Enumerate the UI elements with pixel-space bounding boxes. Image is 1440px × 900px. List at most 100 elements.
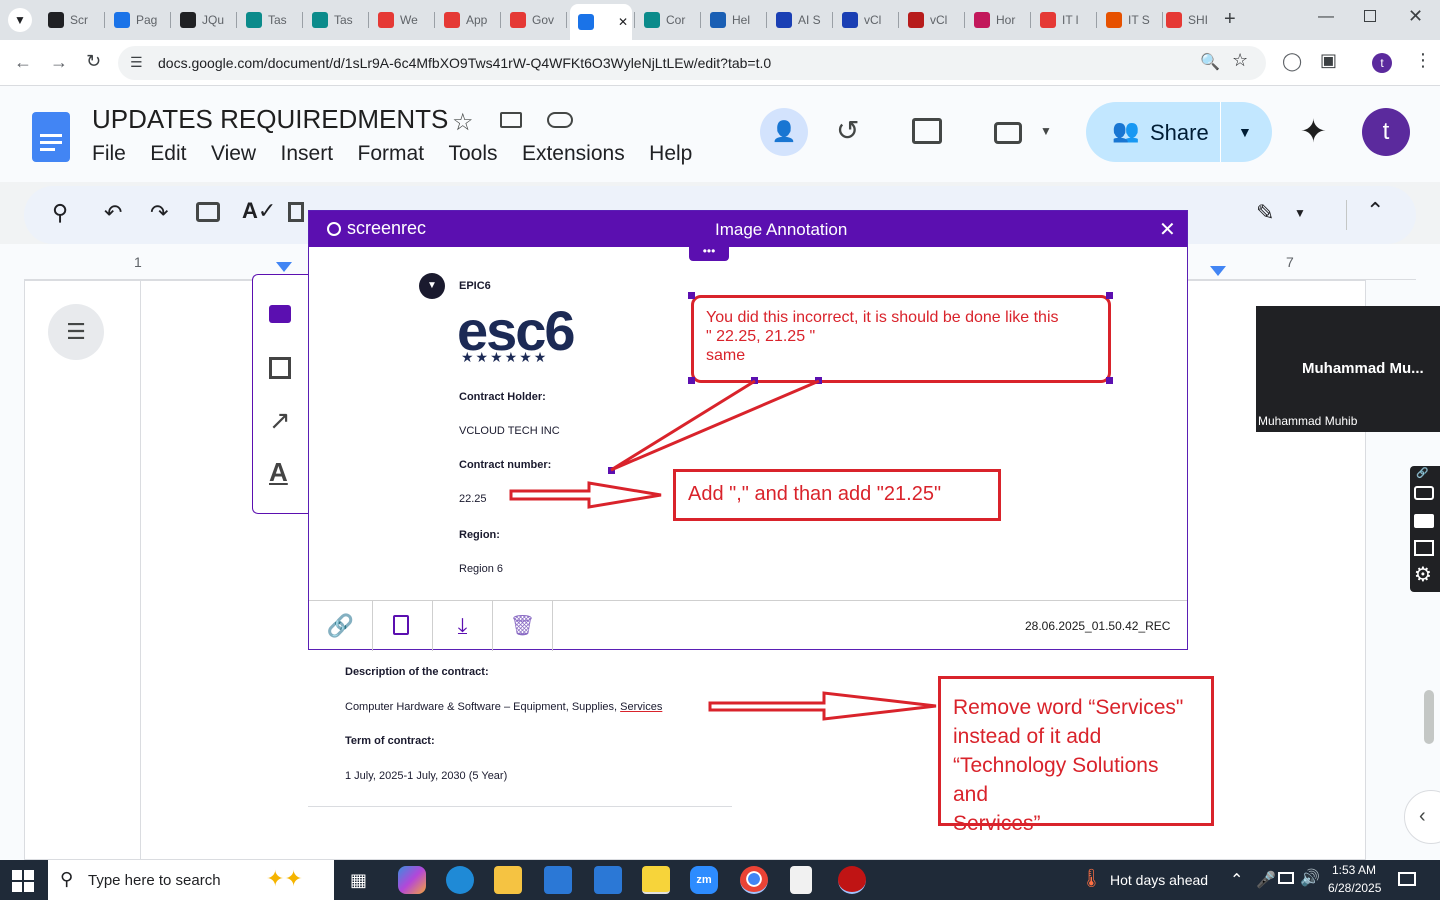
browser-tab[interactable]: JQu <box>172 6 236 34</box>
remove-note-box[interactable]: Remove word “Services" instead of it add… <box>938 676 1214 835</box>
tray-chevron-icon[interactable]: ⌃ <box>1230 870 1243 890</box>
chrome-app-icon[interactable] <box>740 866 768 894</box>
maximize-button[interactable] <box>1364 10 1376 22</box>
file-explorer-app-icon[interactable] <box>494 866 522 894</box>
edit-mode-icon[interactable]: ✎ <box>1256 200 1274 226</box>
weather-icon[interactable]: 🌡 <box>1080 868 1103 889</box>
docs-logo-icon[interactable] <box>32 112 70 162</box>
spellcheck-icon[interactable]: A✓ <box>242 198 276 224</box>
browser-tab[interactable]: Scr <box>40 6 104 34</box>
browser-tab[interactable]: Hel <box>702 6 766 34</box>
text-tool-icon[interactable]: A <box>269 457 288 488</box>
mail-app-icon[interactable] <box>594 866 622 894</box>
redo-icon[interactable]: ↷ <box>150 200 168 226</box>
browser-tab[interactable]: Gov <box>502 6 566 34</box>
edit-mode-dropdown-icon[interactable]: ▼ <box>1294 206 1306 220</box>
weather-text[interactable]: Hot days ahead <box>1110 872 1208 888</box>
comments-icon[interactable] <box>912 118 942 144</box>
profile-avatar[interactable]: t <box>1372 53 1392 73</box>
chrome-menu-icon[interactable]: ⋮ <box>1414 50 1432 71</box>
account-avatar[interactable]: t <box>1362 108 1410 156</box>
site-info-icon[interactable]: ☰ <box>130 54 143 71</box>
clock-date[interactable]: 6/28/2025 <box>1328 881 1381 895</box>
video-record-icon[interactable] <box>1414 514 1434 528</box>
menu-help[interactable]: Help <box>649 142 692 165</box>
undo-icon[interactable]: ↶ <box>104 200 122 226</box>
screenshot-icon[interactable] <box>1414 486 1434 500</box>
browser-tab[interactable]: IT S <box>1098 6 1162 34</box>
start-button[interactable] <box>12 870 34 892</box>
browser-tab[interactable]: App <box>436 6 500 34</box>
tab-close-icon[interactable]: ✕ <box>618 15 628 29</box>
search-menus-icon[interactable]: ⚲ <box>52 200 68 226</box>
back-icon[interactable]: ← <box>14 52 32 73</box>
browser-tab[interactable]: We <box>370 6 434 34</box>
menu-tools[interactable]: Tools <box>448 142 497 165</box>
star-icon[interactable]: ☆ <box>452 108 474 137</box>
version-history-icon[interactable]: ↺ <box>836 114 859 147</box>
browser-tab[interactable]: vCl <box>900 6 964 34</box>
menu-view[interactable]: View <box>211 142 256 165</box>
left-indent-marker[interactable] <box>276 262 292 272</box>
store-app-icon[interactable] <box>544 866 572 894</box>
copy-link-button[interactable]: 🔗 <box>309 601 373 651</box>
outline-button[interactable]: ☰ <box>48 304 104 360</box>
browser-tab[interactable]: Pag <box>106 6 170 34</box>
menu-insert[interactable]: Insert <box>281 142 334 165</box>
copilot-app-icon[interactable] <box>398 866 426 894</box>
browser-tab[interactable]: IT l <box>1032 6 1096 34</box>
delete-button[interactable]: 🗑 <box>493 601 553 651</box>
volume-icon[interactable]: 🔊 <box>1300 868 1320 888</box>
browser-tab[interactable]: Cor <box>636 6 700 34</box>
tab-search-button[interactable]: ▼ <box>8 8 32 32</box>
menu-edit[interactable]: Edit <box>150 142 186 165</box>
share-button[interactable]: 👥 Share ▼ <box>1086 102 1272 162</box>
menu-file[interactable]: File <box>92 142 126 165</box>
zoom-app-icon[interactable]: zm <box>690 866 718 894</box>
menu-extensions[interactable]: Extensions <box>522 142 625 165</box>
presenter-button[interactable]: 👤 <box>760 108 808 156</box>
browser-tab[interactable]: AI S <box>768 6 832 34</box>
browser-tab[interactable]: Hor <box>966 6 1030 34</box>
new-tab-button[interactable]: + <box>1224 8 1236 31</box>
microphone-icon[interactable]: 🎤 <box>1256 870 1276 890</box>
print-icon[interactable] <box>196 202 220 222</box>
notifications-icon[interactable] <box>1398 872 1416 886</box>
add-note-box[interactable]: Add "," and than add "21.25" <box>673 469 1001 521</box>
edge-app-icon[interactable] <box>446 866 474 894</box>
minimize-button[interactable]: — <box>1318 8 1334 26</box>
download-button[interactable]: ⤓ <box>433 601 493 651</box>
settings-gear-icon[interactable]: ⚙ <box>1414 562 1432 587</box>
menu-format[interactable]: Format <box>358 142 425 165</box>
zoom-icon[interactable]: 🔍 <box>1200 52 1220 72</box>
share-dropdown-icon[interactable]: ▼ <box>1238 124 1252 140</box>
task-view-icon[interactable]: ▦ <box>350 870 367 891</box>
sticky-notes-app-icon[interactable] <box>642 866 670 894</box>
forward-icon[interactable]: → <box>50 52 68 73</box>
gemini-sparkle-icon[interactable]: ✦ <box>1300 112 1327 150</box>
paint-format-icon[interactable] <box>288 202 304 222</box>
network-icon[interactable] <box>1278 872 1294 884</box>
screenrec-app-icon[interactable] <box>838 866 866 894</box>
copy-image-button[interactable] <box>373 601 433 651</box>
meet-icon[interactable] <box>994 122 1022 144</box>
meet-dropdown-icon[interactable]: ▼ <box>1040 124 1052 138</box>
document-title[interactable]: UPDATES REQUIREDMENTS <box>92 104 448 135</box>
globe-icon[interactable]: ◯ <box>1282 51 1302 72</box>
extensions-icon[interactable]: ▣ <box>1320 50 1337 71</box>
participant-video-tile[interactable]: Muhammad Mu... Muhammad Muhib <box>1256 306 1440 432</box>
browser-tab[interactable]: Tas <box>304 6 368 34</box>
comment-tool-icon[interactable] <box>269 305 291 323</box>
browser-tab[interactable]: Tas <box>238 6 302 34</box>
browser-tab[interactable]: SHI <box>1158 6 1222 34</box>
notepad-app-icon[interactable] <box>790 866 812 894</box>
scrollbar-thumb[interactable] <box>1424 690 1434 744</box>
bookmark-star-icon[interactable]: ☆ <box>1232 50 1248 71</box>
rectangle-tool-icon[interactable] <box>269 357 291 379</box>
browser-tab[interactable]: ✕ <box>570 4 632 40</box>
gallery-icon[interactable] <box>1414 540 1434 556</box>
clock-time[interactable]: 1:53 AM <box>1332 863 1376 877</box>
address-bar[interactable]: ☰ docs.google.com/document/d/1sLr9A-6c4M… <box>118 46 1266 80</box>
right-indent-marker[interactable] <box>1210 266 1226 276</box>
link-icon[interactable]: 🔗 <box>1416 468 1428 479</box>
